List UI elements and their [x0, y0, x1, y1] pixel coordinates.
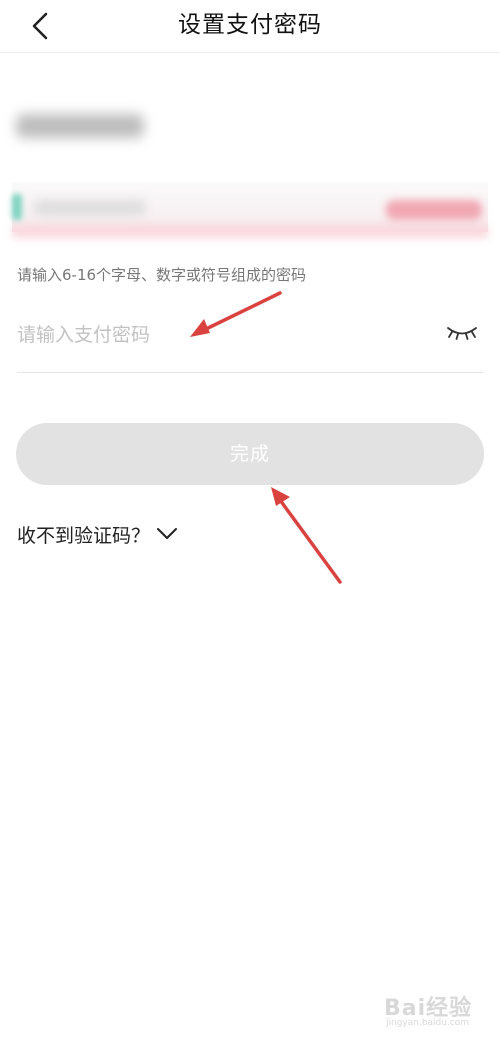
input-underline	[17, 372, 484, 373]
back-button[interactable]	[22, 6, 58, 46]
masked-row-underline	[12, 226, 488, 238]
annotation-arrow-to-done-button	[271, 487, 342, 584]
password-visibility-toggle[interactable]	[444, 320, 480, 346]
masked-account-info	[0, 96, 500, 251]
masked-account-number	[16, 114, 144, 138]
masked-get-code-button	[386, 200, 482, 220]
masked-row-marker	[12, 194, 22, 220]
password-rule-hint: 请输入6-16个字母、数字或符号组成的密码	[17, 266, 307, 284]
page-title: 设置支付密码	[178, 12, 322, 38]
chevron-left-icon	[32, 12, 48, 40]
chevron-down-icon	[156, 527, 178, 541]
eye-closed-icon	[447, 327, 477, 340]
no-verification-code-link[interactable]: 收不到验证码？	[17, 518, 178, 550]
payment-password-input[interactable]	[17, 316, 427, 354]
masked-code-field	[34, 200, 146, 216]
done-button[interactable]: 完成	[16, 423, 484, 485]
baidu-jingyan-watermark: Bai经验 jingyan.baidu.com	[384, 988, 494, 1032]
no-verification-code-label: 收不到验证码？	[17, 524, 151, 547]
top-bar: 设置支付密码	[0, 0, 500, 53]
watermark-url: jingyan.baidu.com	[386, 1018, 470, 1028]
